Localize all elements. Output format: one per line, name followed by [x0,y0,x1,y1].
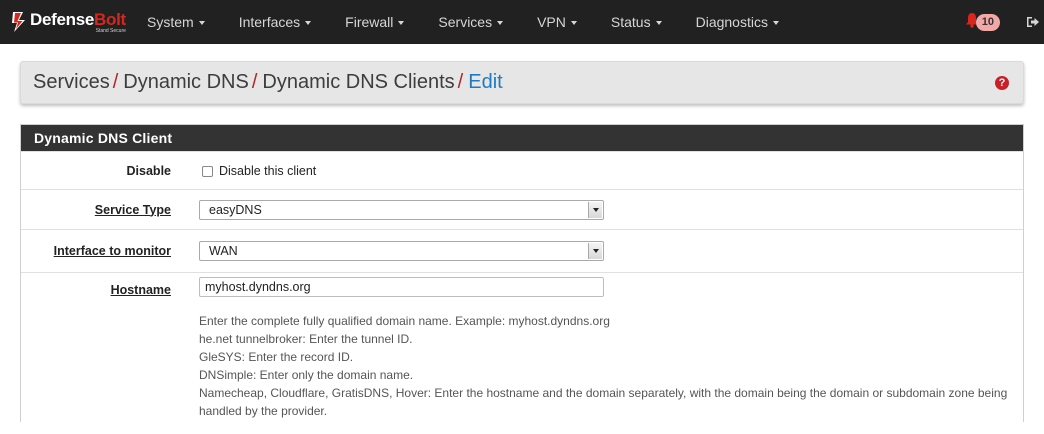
menu-services[interactable]: Services [421,0,520,44]
caret-down-icon [497,21,504,25]
interface-row: Interface to monitor WAN [21,229,1023,272]
help-line: GleSYS: Enter the record ID. [199,350,354,364]
help-line: DNSimple: Enter only the domain name. [199,368,414,382]
breadcrumb-separator: / [251,71,258,93]
disable-client-option[interactable]: Disable this client [202,164,1023,178]
interface-label: Interface to monitor [53,244,171,258]
interface-value: WAN [209,244,238,258]
dropdown-arrow-icon [588,243,602,259]
help-icon[interactable]: ? [995,76,1009,90]
hostname-label: Hostname [110,283,171,297]
menu-system[interactable]: System [130,0,222,44]
menu-firewall[interactable]: Firewall [328,0,421,44]
disable-client-checkbox[interactable] [202,165,213,177]
menu-interfaces[interactable]: Interfaces [222,0,328,44]
help-line: he.net tunnelbroker: Enter the tunnel ID… [199,332,413,346]
caret-down-icon [305,21,312,25]
breadcrumb-dynamic-dns-clients[interactable]: Dynamic DNS Clients [262,71,454,94]
service-type-label: Service Type [94,202,171,217]
breadcrumb-separator: / [112,71,119,93]
top-navbar: DefenseBolt Stand Secure System Interfac… [0,0,1044,44]
breadcrumb-dynamic-dns[interactable]: Dynamic DNS [123,71,249,94]
hostname-help: Enter the complete fully qualified domai… [199,312,1019,420]
caret-down-icon [772,21,779,25]
hostname-input[interactable]: myhost.dyndns.org [199,277,604,297]
caret-down-icon [655,21,662,25]
breadcrumb-separator: / [457,71,464,93]
help-line: Enter the complete fully qualified domai… [199,314,610,328]
service-type-value: easyDNS [209,202,262,217]
hostname-row: Hostname myhost.dyndns.org Enter the com… [21,272,1023,422]
disable-client-checkbox-label: Disable this client [219,163,317,178]
interface-select[interactable]: WAN [199,241,604,261]
disable-label: Disable [126,163,171,178]
caret-down-icon [398,21,405,25]
caret-down-icon [570,21,577,25]
brand-logo[interactable]: DefenseBolt Stand Secure [0,0,130,44]
disable-row: Disable Disable this client [21,151,1023,189]
service-type-select[interactable]: easyDNS [199,199,604,220]
panel-title: Dynamic DNS Client [21,125,1023,151]
caret-down-icon [198,21,205,25]
brand-name: DefenseBolt [30,9,126,29]
notifications-button[interactable]: 10 [965,12,1000,33]
menu-vpn[interactable]: VPN [520,0,594,44]
menu-status[interactable]: Status [594,0,679,44]
logout-icon[interactable] [1026,15,1040,29]
main-menu: System Interfaces Firewall Services VPN … [130,0,796,44]
service-type-row: Service Type easyDNS [21,189,1023,229]
dropdown-arrow-icon [588,201,602,218]
dynamic-dns-client-panel: Dynamic DNS Client Disable Disable this … [20,124,1024,422]
breadcrumb: Services / Dynamic DNS / Dynamic DNS Cli… [20,61,1024,104]
breadcrumb-services[interactable]: Services [33,71,110,94]
breadcrumb-edit[interactable]: Edit [468,71,502,94]
help-line: Namecheap, Cloudflare, GratisDNS, Hover:… [199,386,1008,418]
brand-tagline: Stand Secure [95,27,126,34]
bolt-logo-icon [10,11,28,33]
menu-diagnostics[interactable]: Diagnostics [679,0,796,44]
notifications-count-badge: 10 [975,13,1000,31]
